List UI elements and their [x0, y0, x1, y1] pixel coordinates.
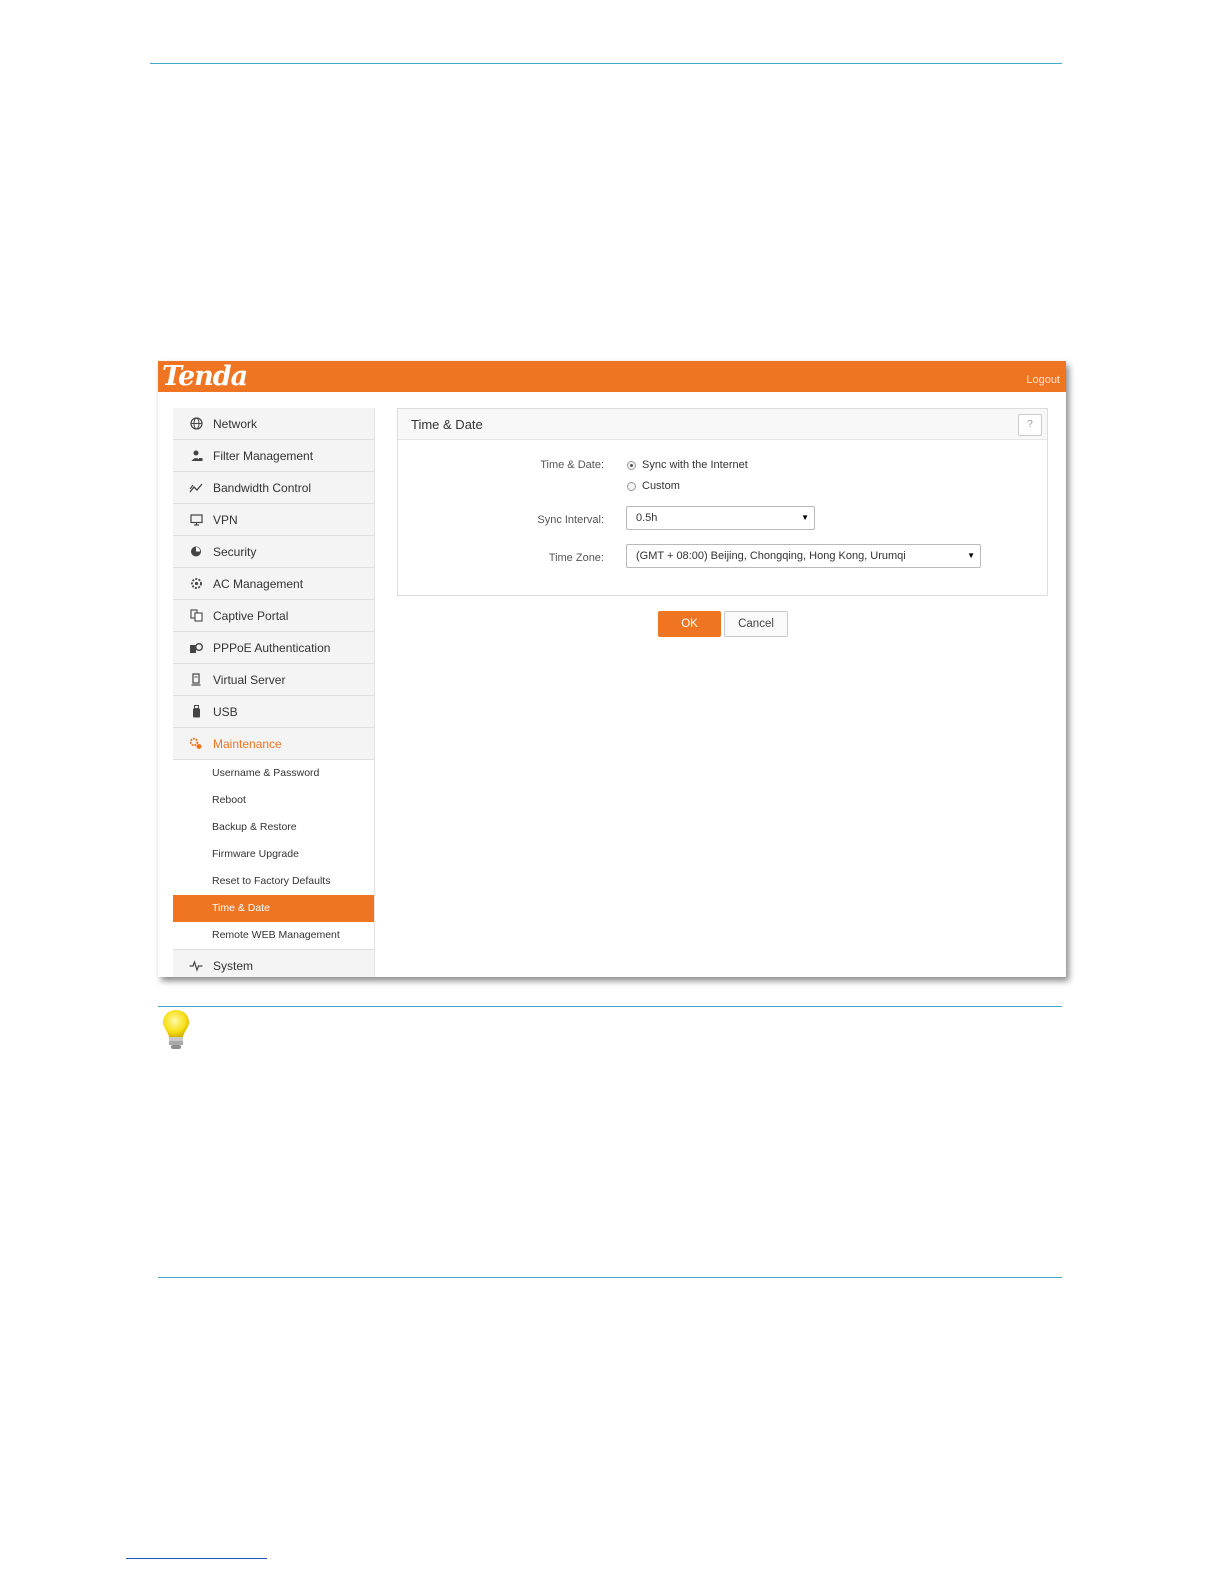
radio-custom-circle[interactable] — [627, 481, 636, 491]
submenu-item-reboot[interactable]: Reboot — [173, 787, 374, 814]
submenu-item-time-date[interactable]: Time & Date — [173, 895, 374, 922]
sidebar-item-virtual-server[interactable]: Virtual Server — [173, 664, 374, 696]
pulse-icon — [188, 958, 204, 974]
lightbulb-icon — [163, 1010, 189, 1049]
radio-sync-internet[interactable]: Sync with the Internet — [627, 459, 748, 471]
server-icon — [188, 672, 204, 688]
maintenance-submenu: Username & Password Reboot Backup & Rest… — [173, 760, 374, 950]
sidebar-item-label: Security — [213, 544, 257, 559]
ok-button[interactable]: OK — [658, 611, 721, 637]
sidebar-item-label: Bandwidth Control — [213, 480, 312, 495]
help-button[interactable]: ? — [1018, 414, 1042, 436]
sidebar-item-ac-management[interactable]: AC Management — [173, 568, 374, 600]
shield-icon — [188, 544, 204, 560]
time-date-panel: Time & Date ? Time & Date: Sync with the… — [397, 408, 1048, 596]
sidebar-item-label: Captive Portal — [213, 608, 289, 623]
sync-interval-select[interactable]: 0.5h ▼ — [626, 506, 815, 530]
submenu-item-username-password[interactable]: Username & Password — [173, 760, 374, 787]
footnote-link-underline — [126, 1558, 267, 1559]
sidebar-item-system[interactable]: System — [173, 950, 374, 981]
sidebar-item-label: Filter Management — [213, 448, 314, 463]
sidebar-item-label: Virtual Server — [213, 672, 286, 687]
time-zone-label: Time Zone: — [548, 552, 604, 564]
gears-icon — [188, 736, 204, 752]
radio-custom[interactable]: Custom — [627, 480, 680, 492]
chevron-down-icon: ▼ — [801, 513, 809, 522]
radio-sync-internet-circle[interactable] — [627, 460, 636, 470]
sidebar: Network Filter Management Bandwidth Cont… — [173, 408, 375, 977]
panel-header: Time & Date ? — [398, 409, 1047, 440]
logout-link[interactable]: Logout — [1026, 374, 1060, 386]
panel-title: Time & Date — [411, 417, 483, 432]
pppoe-icon — [188, 640, 204, 656]
ac-gear-icon — [188, 576, 204, 592]
note-bottom-rule — [158, 1277, 1062, 1278]
sidebar-item-captive-portal[interactable]: Captive Portal — [173, 600, 374, 632]
sidebar-item-label: PPPoE Authentication — [213, 640, 331, 655]
monitor-icon — [188, 512, 204, 528]
sidebar-item-label: AC Management — [213, 576, 304, 591]
time-date-label: Time & Date: — [540, 459, 604, 471]
time-zone-value: (GMT + 08:00) Beijing, Chongqing, Hong K… — [636, 550, 906, 562]
sidebar-item-security[interactable]: Security — [173, 536, 374, 568]
sidebar-item-filter-management[interactable]: Filter Management — [173, 440, 374, 472]
sidebar-item-maintenance[interactable]: Maintenance — [173, 728, 374, 760]
note-top-rule — [158, 1006, 1062, 1007]
portal-icon — [188, 608, 204, 624]
sidebar-item-label: VPN — [213, 512, 238, 527]
header-rule — [150, 63, 1062, 64]
sidebar-item-label: System — [213, 958, 254, 973]
sync-interval-value: 0.5h — [636, 512, 658, 524]
top-bar: Tenda Logout — [158, 361, 1066, 392]
submenu-item-firmware-upgrade[interactable]: Firmware Upgrade — [173, 841, 374, 868]
cancel-button[interactable]: Cancel — [724, 611, 788, 637]
sidebar-item-usb[interactable]: USB — [173, 696, 374, 728]
submenu-item-reset-factory-defaults[interactable]: Reset to Factory Defaults — [173, 868, 374, 895]
brand-logo: Tenda — [162, 361, 248, 392]
sidebar-item-vpn[interactable]: VPN — [173, 504, 374, 536]
chevron-down-icon: ▼ — [967, 551, 975, 560]
submenu-item-backup-restore[interactable]: Backup & Restore — [173, 814, 374, 841]
usb-icon — [188, 704, 204, 720]
sidebar-item-label: Maintenance — [213, 736, 282, 751]
radio-custom-label: Custom — [642, 480, 680, 492]
radio-sync-internet-label: Sync with the Internet — [642, 459, 748, 471]
sidebar-item-label: Network — [213, 416, 258, 431]
sync-interval-label: Sync Interval: — [537, 514, 604, 526]
submenu-item-remote-web-management[interactable]: Remote WEB Management — [173, 922, 374, 950]
time-zone-select[interactable]: (GMT + 08:00) Beijing, Chongqing, Hong K… — [626, 544, 981, 568]
filter-user-icon — [188, 448, 204, 464]
globe-icon — [188, 416, 204, 432]
sidebar-item-label: USB — [213, 704, 238, 719]
sidebar-item-network[interactable]: Network — [173, 408, 374, 440]
sidebar-item-bandwidth-control[interactable]: Bandwidth Control — [173, 472, 374, 504]
sidebar-item-pppoe-authentication[interactable]: PPPoE Authentication — [173, 632, 374, 664]
bandwidth-icon — [188, 480, 204, 496]
router-admin-screenshot: Tenda Logout Network Filter Management B… — [158, 361, 1066, 977]
